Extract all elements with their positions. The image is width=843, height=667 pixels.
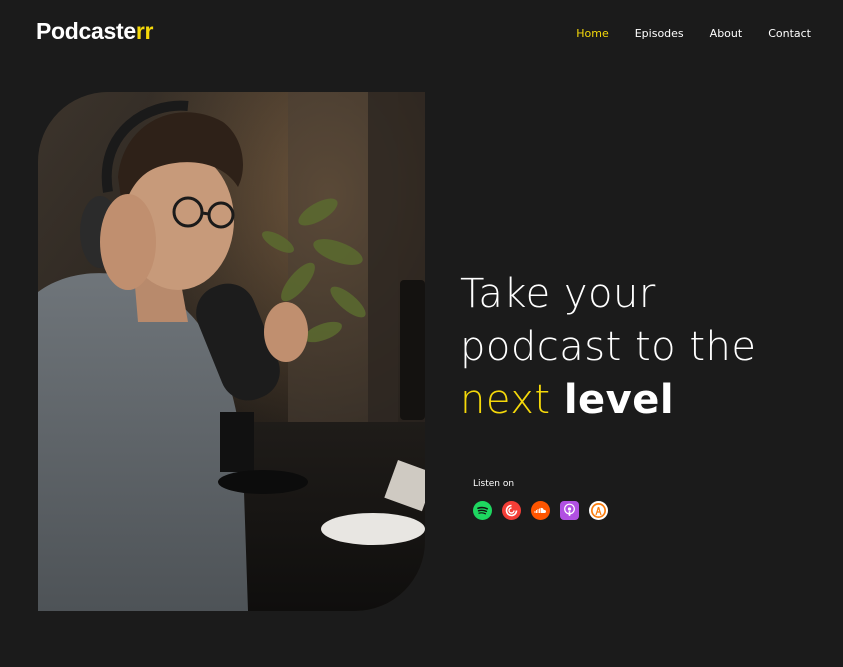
platform-links: [473, 501, 608, 520]
nav-home-link[interactable]: Home: [576, 27, 608, 40]
overcast-icon[interactable]: [589, 501, 608, 520]
nav-about-link[interactable]: About: [710, 27, 743, 40]
nav-episodes-link[interactable]: Episodes: [635, 27, 684, 40]
soundcloud-icon[interactable]: [531, 501, 550, 520]
brand-name-accent: rr: [135, 18, 154, 44]
spotify-icon[interactable]: [473, 501, 492, 520]
hero-headline: Take your podcast to the next level: [460, 268, 757, 427]
listen-on-label: Listen on: [473, 479, 515, 489]
main-nav: Home Episodes About Contact: [576, 27, 811, 40]
brand-name: Podcaste: [36, 18, 136, 44]
headline-line-1: Take your: [460, 271, 656, 317]
nav-contact-link[interactable]: Contact: [768, 27, 811, 40]
brand-logo[interactable]: Podcasterr: [36, 18, 153, 45]
headline-accent-word: next: [460, 377, 551, 423]
page: Podcasterr Home Episodes About Contact T…: [0, 0, 843, 667]
hero-photo: [38, 92, 425, 611]
pocket-casts-icon[interactable]: [502, 501, 521, 520]
apple-podcasts-icon[interactable]: [560, 501, 579, 520]
headline-line-3: next level: [460, 374, 757, 427]
headline-line-2: podcast to the: [460, 324, 757, 370]
headline-bold-word: level: [563, 377, 675, 423]
